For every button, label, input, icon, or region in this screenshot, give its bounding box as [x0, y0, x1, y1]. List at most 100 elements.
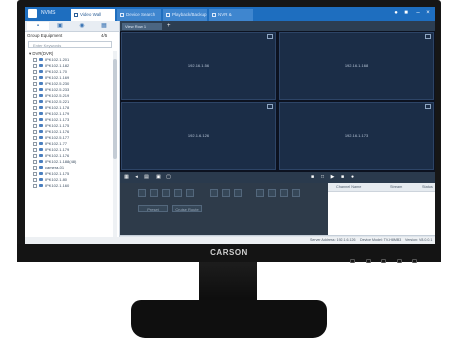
stop-icon[interactable]: ■ — [340, 175, 345, 180]
checkbox[interactable] — [33, 70, 37, 74]
tab-device-search[interactable]: Device Search — [117, 9, 161, 21]
fullscreen-icon[interactable]: ▢ — [166, 175, 171, 180]
search-input[interactable]: Enter Keywords — [28, 41, 112, 48]
record-tab-icon[interactable]: ◉ — [71, 22, 93, 30]
device-label: IPK102.5.221 — [45, 99, 70, 104]
checkbox[interactable] — [33, 58, 37, 62]
playback-icon — [166, 13, 170, 17]
checkbox[interactable] — [33, 142, 37, 146]
checkbox[interactable] — [33, 172, 37, 176]
monitor-button[interactable] — [350, 259, 356, 263]
checkbox[interactable] — [33, 178, 37, 182]
gear-icon — [212, 13, 216, 17]
tab-playback[interactable]: Playback/Backup — [163, 9, 207, 21]
lock-icon[interactable]: ■ — [403, 10, 409, 16]
window-icon[interactable] — [425, 34, 431, 39]
ptz-button[interactable] — [280, 189, 288, 197]
checkbox[interactable] — [33, 160, 37, 164]
checkbox[interactable] — [33, 148, 37, 152]
ptz-button[interactable] — [234, 189, 242, 197]
device-label: IPK102.1.160 — [45, 183, 70, 188]
checkbox[interactable] — [33, 184, 37, 188]
tree-scrollbar[interactable] — [113, 51, 117, 241]
device-tree-item[interactable]: IPK102.1.160 — [33, 183, 113, 189]
lock-icon[interactable]: ■ — [310, 175, 315, 180]
map-tab-icon[interactable]: ▦ — [93, 22, 115, 30]
camera-icon — [39, 58, 43, 61]
checkbox[interactable] — [33, 130, 37, 134]
minimize-icon[interactable]: – — [415, 10, 421, 16]
device-label: IPK102.1.175 — [45, 171, 70, 176]
unlock-icon[interactable]: □ — [320, 175, 325, 180]
checkbox[interactable] — [33, 106, 37, 110]
window-icon[interactable] — [267, 34, 273, 39]
monitor-button[interactable] — [381, 259, 387, 263]
video-cell[interactable]: 192.1.6.126 — [121, 102, 276, 170]
ptz-button[interactable] — [186, 189, 194, 197]
monitor-stand-base — [131, 300, 327, 338]
checkbox[interactable] — [33, 154, 37, 158]
checkbox[interactable] — [33, 136, 37, 140]
checkbox[interactable] — [33, 64, 37, 68]
video-cell[interactable]: 192.16.1.173 — [279, 102, 434, 170]
ptz-button[interactable] — [292, 189, 300, 197]
checkbox[interactable] — [33, 112, 37, 116]
device-label: IPK102.1.80 — [45, 177, 68, 182]
ptz-button[interactable] — [222, 189, 230, 197]
snapshot-icon[interactable]: ▣ — [156, 175, 161, 180]
video-tab-icon[interactable]: ▪ — [27, 22, 49, 30]
window-icon[interactable] — [267, 104, 273, 109]
checkbox[interactable] — [33, 76, 37, 80]
tab-label: Video Wall — [80, 12, 102, 17]
tab-label: Playback/Backup — [172, 12, 207, 17]
camera-icon — [39, 178, 43, 181]
close-icon[interactable]: × — [425, 10, 431, 16]
ptz-button[interactable] — [162, 189, 170, 197]
ptz-button[interactable] — [138, 189, 146, 197]
device-label: IPK102.1.179 — [45, 147, 70, 152]
volume-icon[interactable]: ◂ — [134, 175, 139, 180]
group-count: 4/5 — [101, 33, 108, 38]
cruise-button[interactable]: Cruise Route — [172, 205, 202, 212]
camera-icon — [39, 154, 43, 157]
checkbox[interactable] — [33, 100, 37, 104]
monitor-button[interactable] — [412, 259, 417, 263]
group-label[interactable]: Group Equipment 4/5 — [27, 33, 107, 38]
checkbox[interactable] — [33, 88, 37, 92]
add-view-icon[interactable]: + — [167, 23, 174, 30]
channel-list: Channel Name Stream Status — [328, 183, 435, 235]
checkbox[interactable] — [33, 118, 37, 122]
record-icon[interactable]: ● — [350, 175, 355, 180]
layout-icon[interactable]: ▦ — [124, 175, 129, 180]
ptz-button[interactable] — [268, 189, 276, 197]
ptz-button[interactable] — [210, 189, 218, 197]
ptz-button[interactable] — [150, 189, 158, 197]
monitor-button[interactable] — [365, 259, 371, 263]
ptz-button[interactable] — [256, 189, 264, 197]
tab-video-wall[interactable]: Video Wall — [71, 9, 115, 21]
camera-icon — [39, 64, 43, 67]
device-label: IPK102.1.77 — [45, 141, 68, 146]
image-tab-icon[interactable]: ▣ — [49, 22, 71, 30]
play-icon[interactable]: ▶ — [330, 175, 335, 180]
video-cell[interactable]: 192.16.1.56 — [121, 32, 276, 100]
checkbox[interactable] — [33, 94, 37, 98]
checkbox[interactable] — [33, 166, 37, 170]
ptz-panel: Preset Cruise Route — [120, 183, 328, 235]
video-cell[interactable]: 192.16.1.168 — [279, 32, 434, 100]
ptz-button[interactable] — [174, 189, 182, 197]
window-icon[interactable] — [425, 104, 431, 109]
tab-management[interactable]: NVR & Management — [209, 9, 253, 29]
checkbox[interactable] — [33, 82, 37, 86]
checkbox[interactable] — [33, 124, 37, 128]
view-tab[interactable]: View Row 1 — [122, 23, 162, 30]
user-icon[interactable]: ● — [393, 10, 399, 16]
monitor-button[interactable] — [396, 259, 402, 263]
device-label: IPK102.5.230 — [45, 81, 70, 86]
preset-button[interactable]: Preset — [138, 205, 168, 212]
panel-tabs: ▪ ▣ ◉ ▦ — [25, 21, 119, 32]
scrollbar-thumb[interactable] — [113, 59, 117, 159]
tab-label: Device Search — [126, 12, 156, 17]
search-icon — [120, 13, 124, 17]
keyboard-icon[interactable]: ▤ — [144, 175, 149, 180]
